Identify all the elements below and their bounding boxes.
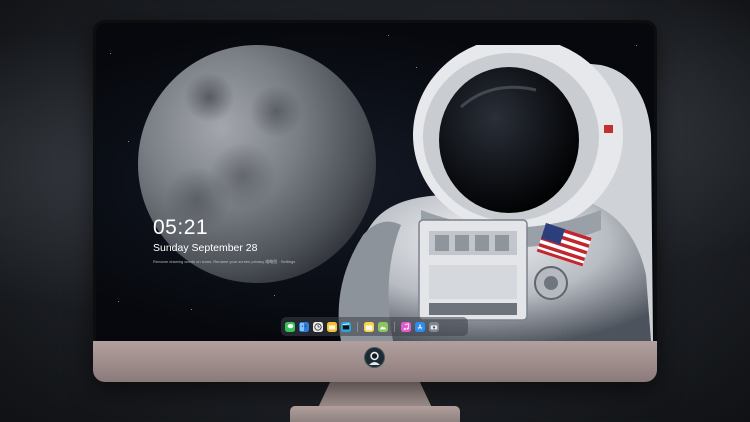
star bbox=[110, 53, 111, 54]
photos-icon[interactable] bbox=[378, 321, 388, 332]
app-store-icon[interactable] bbox=[415, 321, 425, 332]
dock-separator bbox=[357, 321, 358, 332]
dock bbox=[281, 317, 468, 336]
notes-icon[interactable] bbox=[364, 321, 374, 332]
finder-icon[interactable] bbox=[299, 321, 309, 332]
camera-icon[interactable] bbox=[429, 321, 439, 332]
messages-icon[interactable] bbox=[285, 321, 295, 332]
screen: 05:21 Sunday September 28 Rename drawing… bbox=[96, 23, 654, 341]
astronaut-logo-icon bbox=[365, 348, 384, 367]
star bbox=[274, 295, 275, 296]
music-icon[interactable] bbox=[401, 321, 411, 332]
star bbox=[388, 35, 389, 36]
folder-icon[interactable] bbox=[327, 321, 337, 332]
dock-separator bbox=[394, 321, 395, 332]
star bbox=[128, 141, 129, 142]
clapperboard-icon[interactable] bbox=[341, 321, 351, 332]
astronaut bbox=[338, 45, 653, 341]
star bbox=[191, 309, 192, 310]
clock-icon[interactable] bbox=[313, 321, 323, 332]
monitor-chin bbox=[93, 341, 657, 382]
monitor-stand-base bbox=[290, 406, 460, 422]
lock-screen-date: Sunday September 28 bbox=[153, 242, 258, 254]
monitor: 05:21 Sunday September 28 Rename drawing… bbox=[93, 20, 657, 382]
lock-screen-time: 05:21 bbox=[153, 216, 209, 239]
star bbox=[118, 301, 119, 302]
lock-screen-tip: Rename drawing words on icons. Rename yo… bbox=[153, 259, 296, 264]
